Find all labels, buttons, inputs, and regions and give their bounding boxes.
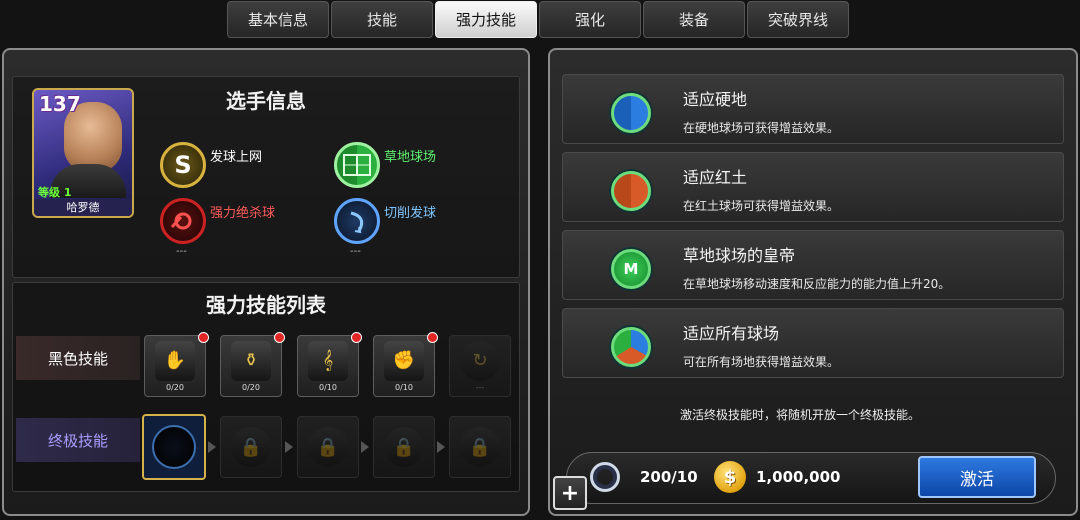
all-courts-icon [611, 327, 651, 367]
slot-count: 0/10 [395, 382, 413, 392]
grass-emperor-icon: M [611, 249, 651, 289]
new-badge [427, 332, 438, 343]
skill-label: 强力绝杀球 [210, 205, 276, 221]
effect-title: 草地球场的皇帝 [683, 246, 796, 265]
ultimate-slot-locked[interactable]: 🔒 [449, 416, 511, 478]
skill-slice-serve[interactable]: 切削发球 [334, 198, 436, 244]
power-kill-shot-icon [160, 198, 206, 244]
activation-note: 激活终极技能时，将随机开放一个终极技能。 [680, 408, 921, 422]
effect-desc: 在草地球场移动速度和反应能力的能力值上升20。 [683, 277, 951, 291]
black-skill-slot[interactable]: ✊ 0/10 [373, 332, 438, 397]
effect-desc: 可在所有场地获得增益效果。 [683, 355, 840, 369]
empty-orb-icon [152, 425, 196, 469]
serve-s-icon: S [160, 142, 206, 188]
tab-skills[interactable]: 技能 [331, 1, 433, 38]
lock-icon: 🔒 [460, 427, 500, 467]
slot-count: 0/20 [166, 382, 184, 392]
effect-desc: 在硬地球场可获得增益效果。 [683, 121, 840, 135]
grass-court-icon [334, 142, 380, 188]
slot-count: 0/10 [319, 382, 337, 392]
black-skill-slot-locked[interactable]: ↻ --- [449, 335, 511, 397]
arrow-icon [285, 441, 293, 453]
slot-count: 0/20 [242, 382, 260, 392]
skill-sub-text: --- [350, 246, 361, 257]
black-skill-slot[interactable]: ⚱ 0/20 [220, 332, 285, 397]
effect-clay-court[interactable]: 适应红土 在红土球场可获得增益效果。 [562, 152, 1064, 222]
effect-title: 适应硬地 [683, 90, 748, 109]
slot-count: --- [475, 382, 485, 392]
power-skill-list-title: 强力技能列表 [206, 293, 326, 317]
lock-icon: 🔒 [308, 427, 348, 467]
skill-label: 草地球场 [384, 149, 437, 165]
skill-power-kill-shot[interactable]: 强力绝杀球 [160, 198, 275, 244]
new-badge [274, 332, 285, 343]
new-badge [351, 332, 362, 343]
lock-icon: 🔒 [384, 427, 424, 467]
add-button[interactable]: + [553, 476, 587, 510]
skill-serve-and-volley[interactable]: S 发球上网 [160, 142, 262, 188]
gold-cost: 1,000,000 [756, 468, 841, 486]
skill-label: 切削发球 [384, 205, 437, 221]
skill-sub-text: --- [176, 246, 187, 257]
music-clef-icon: 𝄞 [308, 340, 348, 381]
tab-power-skills[interactable]: 强力技能 [435, 1, 537, 38]
fist-icon: ✊ [384, 340, 424, 381]
tab-breakthrough[interactable]: 突破界线 [747, 1, 849, 38]
locked-skill-icon: ↻ [460, 340, 500, 381]
ultimate-skill-label: 终极技能 [16, 418, 140, 462]
tab-equipment[interactable]: 装备 [643, 1, 745, 38]
effect-title: 适应红土 [683, 168, 748, 187]
effect-grass-emperor[interactable]: M 草地球场的皇帝 在草地球场移动速度和反应能力的能力值上升20。 [562, 230, 1064, 300]
effect-desc: 在红土球场可获得增益效果。 [683, 199, 840, 213]
arrow-icon [437, 441, 445, 453]
player-card[interactable]: 137 等级 1 哈罗德 [32, 88, 134, 218]
skill-grass-court[interactable]: 草地球场 [334, 142, 436, 188]
clay-court-icon [611, 171, 651, 211]
black-skill-slot[interactable]: 𝄞 0/10 [297, 332, 362, 397]
slice-serve-icon [334, 198, 380, 244]
arrow-icon [208, 441, 216, 453]
arrow-icon [361, 441, 369, 453]
effect-title: 适应所有球场 [683, 324, 780, 343]
player-name: 哈罗德 [34, 199, 132, 216]
ultimate-skill-slot[interactable] [142, 414, 206, 480]
ring-icon [590, 462, 620, 492]
effect-all-courts[interactable]: 适应所有球场 可在所有场地获得增益效果。 [562, 308, 1064, 378]
hard-court-icon [611, 93, 651, 133]
new-badge [198, 332, 209, 343]
lock-icon: 🔒 [231, 427, 271, 467]
ring-cost: 200/10 [640, 468, 698, 486]
player-level: 137 [39, 92, 81, 116]
skill-label: 发球上网 [210, 149, 263, 165]
black-skill-slot[interactable]: ✋ 0/20 [144, 332, 209, 397]
tab-basic-info[interactable]: 基本信息 [227, 1, 329, 38]
bottle-icon: ⚱ [231, 340, 271, 381]
effect-hard-court[interactable]: 适应硬地 在硬地球场可获得增益效果。 [562, 74, 1064, 144]
black-skill-label: 黑色技能 [16, 336, 140, 380]
tab-enhance[interactable]: 强化 [539, 1, 641, 38]
skill-book-icon: ✋ [155, 340, 195, 381]
activate-button[interactable]: 激活 [918, 456, 1036, 498]
ultimate-slot-locked[interactable]: 🔒 [297, 416, 359, 478]
tab-bar: 基本信息 技能 强力技能 强化 装备 突破界线 [227, 1, 849, 38]
gold-coin-icon: $ [714, 461, 746, 493]
ultimate-slot-locked[interactable]: 🔒 [373, 416, 435, 478]
player-grade: 等级 1 [38, 186, 72, 199]
ultimate-slot-locked[interactable]: 🔒 [220, 416, 282, 478]
